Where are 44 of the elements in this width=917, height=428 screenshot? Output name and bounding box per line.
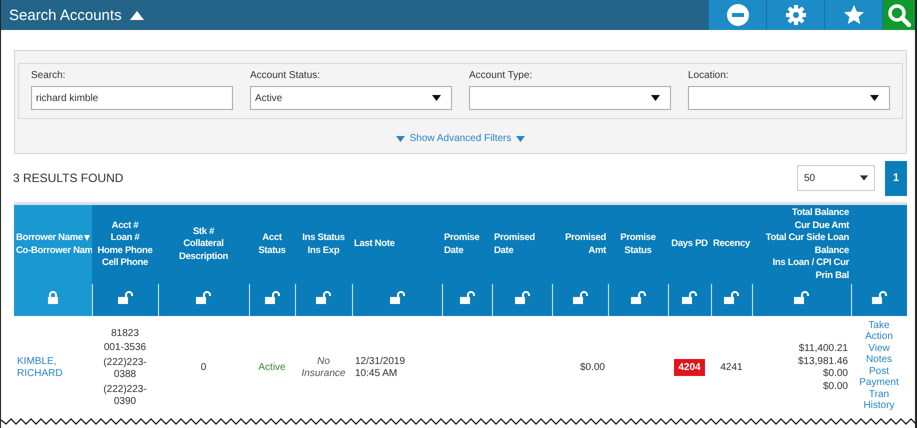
column-header[interactable]: Promised Date: [492, 204, 552, 284]
field-label: Search:: [31, 70, 66, 81]
table-cell: $0.00: [580, 362, 605, 373]
advanced-filters-link[interactable]: Show Advanced Filters: [396, 133, 526, 144]
field-label: Account Type:: [469, 70, 532, 81]
column-header[interactable]: Recency: [711, 204, 752, 284]
table-cell: $13,981.46: [798, 356, 848, 368]
action-link[interactable]: Take Action: [865, 320, 893, 342]
days-past-due-badge: 4204: [674, 358, 705, 376]
action-link[interactable]: View Notes: [866, 342, 892, 364]
table-cell: No Insurance: [302, 356, 346, 379]
page-size-dropdown[interactable]: 50: [797, 165, 875, 191]
column-header[interactable]: Promised Amt: [552, 204, 608, 284]
column-header[interactable]: Promise Status: [608, 204, 668, 284]
table-cell: 001-3536: [104, 342, 146, 354]
column-header[interactable]: Ins Status Ins Exp: [295, 204, 352, 284]
table-cell: (222)223- 0390: [103, 384, 147, 408]
page-button[interactable]: 1: [885, 160, 907, 196]
status-text: Active: [258, 362, 286, 373]
column-header[interactable]: Stk # Collateral Description: [158, 204, 249, 284]
results-count: 3 RESULTS FOUND: [13, 171, 124, 185]
column-header[interactable]: Total Balance Cur Due Amt Total Cur Side Loan Balance Ins Loan / CPI Cur Prin Bal: [752, 204, 851, 284]
page-title: Search Accounts: [9, 6, 122, 24]
table-cell: 81823: [111, 328, 139, 340]
table-cell: $0.00: [822, 380, 848, 393]
search-field[interactable]: richard kimble: [31, 86, 233, 110]
table-cell: (222)223- 0388: [103, 356, 147, 382]
column-header[interactable]: Last Note: [352, 204, 442, 284]
table-cell: 12/31/2019 10:45 AM: [355, 356, 406, 379]
column-header[interactable]: Days PD: [668, 204, 711, 284]
table-cell: $11,400.21: [798, 343, 848, 356]
action-link[interactable]: Post Payment: [859, 366, 899, 388]
column-header[interactable]: Acct # Loan # Home Phone Cell Phone: [92, 204, 158, 284]
field-label: Location:: [688, 70, 729, 81]
field-label: Account Status:: [250, 70, 320, 81]
dropdown[interactable]: Active: [250, 86, 452, 110]
borrower-link[interactable]: KIMBLE, RICHARD: [17, 356, 63, 380]
action-link[interactable]: Tran History: [863, 388, 895, 410]
table-cell: $0.00: [822, 368, 848, 380]
column-header[interactable]: Acct Status: [249, 204, 295, 284]
table-cell: 0: [200, 362, 206, 373]
table-cell: 4241: [720, 362, 743, 373]
column-header[interactable]: Promise Date: [442, 204, 492, 284]
column-header[interactable]: Borrower Name Co-Borrower Nam: [14, 204, 92, 284]
